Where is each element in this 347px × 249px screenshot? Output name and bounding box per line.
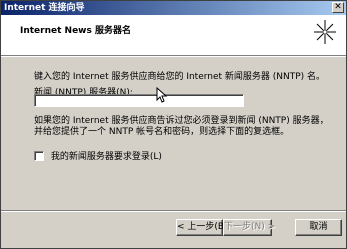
wizard-header: Internet News 服务器名: [1, 15, 346, 56]
login-required-label[interactable]: 我的新闻服务器要求登录(L): [51, 152, 162, 162]
page-title: Internet News 服务器名: [20, 26, 131, 36]
close-icon: ✕: [334, 2, 342, 12]
mouse-cursor-icon: [156, 87, 168, 103]
close-button[interactable]: ✕: [332, 2, 344, 13]
cancel-button[interactable]: 取消: [295, 219, 342, 236]
login-info-text: 如果您的 Internet 服务供应商告诉过您必须登录到新闻 (NNTP) 服务…: [34, 116, 329, 137]
back-button[interactable]: < 上一步(B): [176, 219, 228, 236]
login-checkbox-row[interactable]: 我的新闻服务器要求登录(L): [34, 149, 162, 162]
header-divider: [1, 56, 346, 57]
wizard-window: Internet 连接向导 ✕ Internet News 服务器名 键入您的 …: [0, 0, 347, 249]
nntp-server-input[interactable]: [34, 94, 244, 107]
title-bar[interactable]: Internet 连接向导 ✕: [1, 1, 346, 15]
next-button[interactable]: 下一步(N) >: [223, 219, 275, 236]
prompt-text: 键入您的 Internet 服务供应商给您的 Internet 新闻服务器 (N…: [34, 72, 326, 82]
login-required-checkbox[interactable]: [34, 150, 44, 161]
footer-divider-highlight: [1, 211, 346, 212]
window-title: Internet 连接向导: [4, 3, 85, 13]
wizard-sparkle-icon: [314, 20, 336, 44]
